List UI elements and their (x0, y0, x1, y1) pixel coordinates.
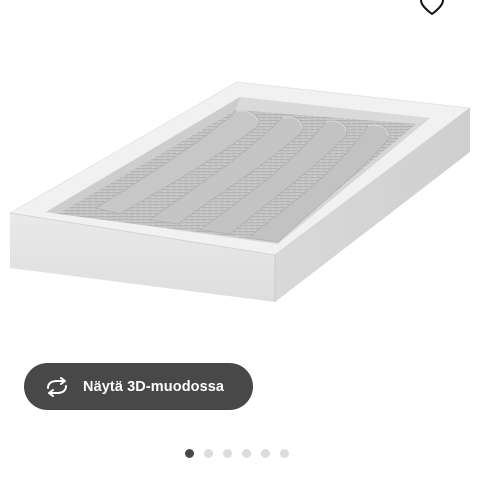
heart-icon[interactable] (418, 0, 446, 16)
product-image (8, 81, 472, 302)
carousel-pagination (185, 449, 289, 458)
carousel-dot-4[interactable] (242, 449, 251, 458)
carousel-dot-5[interactable] (261, 449, 270, 458)
view-3d-button[interactable]: Näytä 3D-muodossa (24, 363, 253, 410)
view-3d-label: Näytä 3D-muodossa (83, 378, 225, 395)
carousel-dot-3[interactable] (223, 449, 232, 458)
carousel-dot-1[interactable] (185, 449, 194, 458)
carousel-dot-6[interactable] (280, 449, 289, 458)
rotate-3d-icon (44, 376, 70, 397)
carousel-dot-2[interactable] (204, 449, 213, 458)
